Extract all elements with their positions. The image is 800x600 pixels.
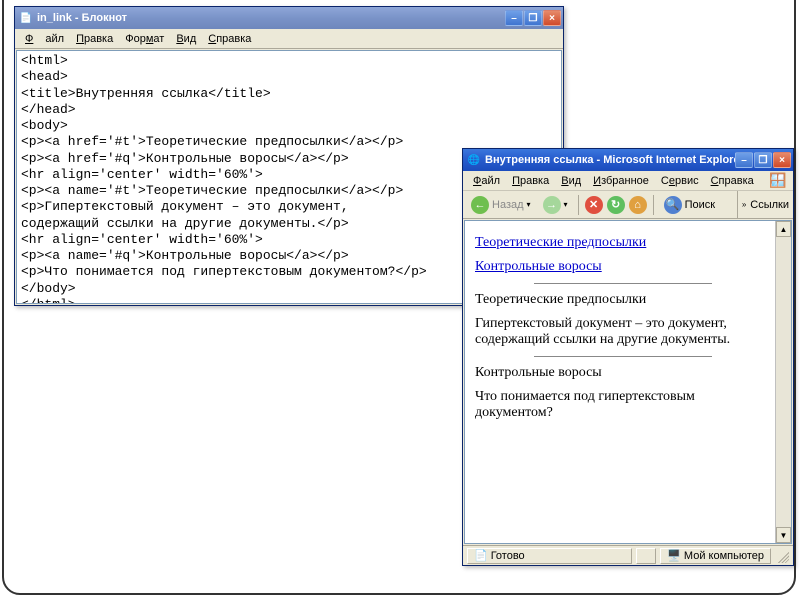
notepad-menubar: Файл Правка Формат Вид Справка — [15, 29, 563, 49]
code-line: <html> — [21, 53, 557, 69]
minimize-button[interactable]: – — [505, 10, 523, 26]
page-done-icon: 📄 — [474, 549, 488, 562]
maximize-button[interactable]: ❐ — [754, 152, 772, 168]
forward-icon: → — [543, 196, 561, 214]
ie-brand-icon: 🪟 — [767, 173, 789, 189]
maximize-button[interactable]: ❐ — [524, 10, 542, 26]
ie-viewport: Теоретические предпосылки Контрольные во… — [464, 220, 792, 544]
menu-view[interactable]: Вид — [170, 31, 202, 47]
menu-help[interactable]: Справка — [705, 173, 760, 189]
scroll-up-icon[interactable]: ▲ — [776, 221, 791, 237]
separator — [653, 195, 654, 215]
ie-window-controls: – ❐ × — [735, 152, 791, 168]
menu-tools[interactable]: Сервис — [655, 173, 705, 189]
ie-titlebar[interactable]: 🌐 Внутренняя ссылка - Microsoft Internet… — [463, 149, 793, 171]
menu-view[interactable]: Вид — [555, 173, 587, 189]
code-line: <head> — [21, 69, 557, 85]
notepad-title: in_link - Блокнот — [37, 12, 505, 24]
search-icon: 🔍 — [664, 196, 682, 214]
theory-paragraph: Гипертекстовый документ – это документ, … — [475, 316, 771, 348]
menu-favorites[interactable]: Избранное — [587, 173, 655, 189]
notepad-window-controls: – ❐ × — [505, 10, 561, 26]
link-questions[interactable]: Контрольные воросы — [475, 259, 602, 274]
links-label[interactable]: Ссылки — [750, 199, 789, 211]
divider — [534, 356, 712, 357]
status-empty — [636, 548, 656, 564]
code-line: <title>Внутренняя ссылка</title> — [21, 86, 557, 102]
home-button[interactable]: ⌂ — [629, 196, 647, 214]
menu-file[interactable]: Файл — [467, 173, 506, 189]
minimize-button[interactable]: – — [735, 152, 753, 168]
ie-title: Внутренняя ссылка - Microsoft Internet E… — [485, 154, 735, 166]
notepad-titlebar[interactable]: 📄 in_link - Блокнот – ❐ × — [15, 7, 563, 29]
separator — [578, 195, 579, 215]
forward-button[interactable]: → ▾ — [539, 194, 572, 216]
back-icon: ← — [471, 196, 489, 214]
menu-edit[interactable]: Правка — [70, 31, 119, 47]
chevron-down-icon: ▾ — [527, 200, 531, 209]
menu-file[interactable]: Файл — [19, 31, 70, 47]
anchor-questions-heading: Контрольные воросы — [475, 365, 771, 381]
refresh-button[interactable]: ↻ — [607, 196, 625, 214]
back-button[interactable]: ← Назад ▾ — [467, 194, 535, 216]
ie-window: 🌐 Внутренняя ссылка - Microsoft Internet… — [462, 148, 794, 566]
overflow-icon[interactable]: » — [742, 200, 746, 209]
close-button[interactable]: × — [543, 10, 561, 26]
scrollbar-vertical[interactable]: ▲ ▼ — [775, 221, 791, 543]
notepad-icon: 📄 — [19, 11, 33, 25]
close-button[interactable]: × — [773, 152, 791, 168]
resize-grip[interactable] — [775, 549, 789, 563]
menu-help[interactable]: Справка — [202, 31, 257, 47]
status-ready: 📄 Готово — [467, 548, 632, 564]
status-zone: 🖥️ Мой компьютер — [660, 548, 771, 564]
anchor-theory-heading: Теоретические предпосылки — [475, 292, 771, 308]
ie-icon: 🌐 — [467, 153, 481, 167]
search-button[interactable]: 🔍 Поиск — [660, 194, 719, 216]
questions-paragraph: Что понимается под гипертекстовым докуме… — [475, 389, 771, 421]
stop-button[interactable]: ✕ — [585, 196, 603, 214]
ie-statusbar: 📄 Готово 🖥️ Мой компьютер — [463, 545, 793, 565]
chevron-down-icon: ▾ — [564, 200, 568, 209]
code-line: </head> — [21, 102, 557, 118]
ie-menubar: Файл Правка Вид Избранное Сервис Справка… — [463, 171, 793, 191]
computer-icon: 🖥️ — [667, 549, 681, 562]
link-theory[interactable]: Теоретические предпосылки — [475, 235, 646, 250]
code-line: <body> — [21, 118, 557, 134]
menu-edit[interactable]: Правка — [506, 173, 555, 189]
divider — [534, 283, 712, 284]
menu-format[interactable]: Формат — [119, 31, 170, 47]
scroll-down-icon[interactable]: ▼ — [776, 527, 791, 543]
ie-toolbar: ← Назад ▾ → ▾ ✕ ↻ ⌂ 🔍 Поиск » Ссылки — [463, 191, 793, 219]
